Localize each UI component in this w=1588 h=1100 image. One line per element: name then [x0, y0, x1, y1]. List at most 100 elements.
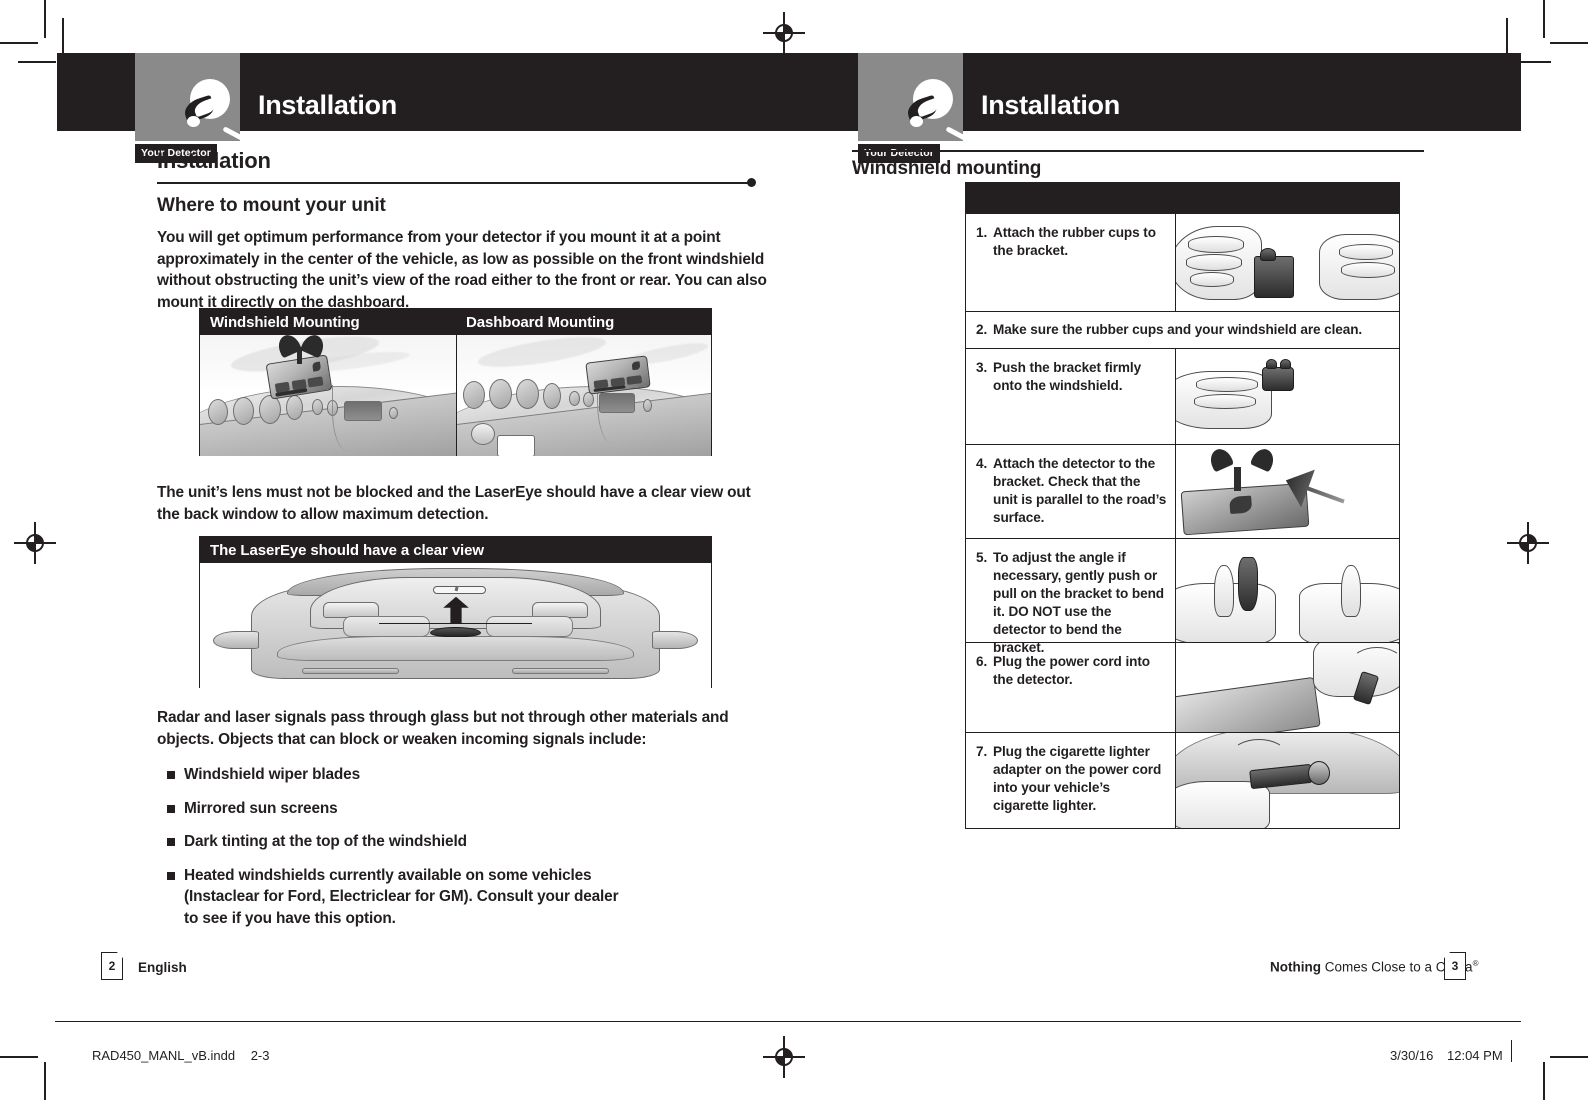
step-illustration-cell: [1175, 349, 1399, 444]
rubber-cup-part: [1260, 248, 1276, 261]
detector-unit: [1176, 676, 1321, 732]
step-text: Attach the detector to the bracket. Chec…: [993, 455, 1167, 528]
list-item: Mirrored sun screens: [157, 798, 777, 820]
left-section-title: Installation: [157, 148, 271, 173]
step-number: 4.: [976, 456, 988, 471]
taillight-right: [511, 668, 609, 675]
step-text: Plug the cigarette lighter adapter on th…: [993, 744, 1162, 813]
windshield-mounting-steps-table: 1. Attach the rubber cups to the bracket…: [965, 182, 1400, 829]
detector-unit-rear: [429, 626, 482, 638]
list-item: Dark tinting at the top of the windshiel…: [157, 831, 777, 853]
crop-mark-tl-v: [44, 0, 46, 38]
indd-spread: 2-3: [250, 1048, 270, 1063]
print-bar-divider: [1511, 1040, 1512, 1062]
lasereye-figure-caption-bar: The LaserEye should have a clear view: [200, 537, 711, 563]
laser-eye-text-block: The unit’s lens must not be blocked and …: [157, 482, 777, 525]
left-sub-title: Where to mount your unit: [157, 195, 386, 216]
rubber-cup-part: [1266, 359, 1277, 369]
intro-paragraph: You will get optimum performance from yo…: [157, 229, 767, 311]
rule-end-dot: [747, 178, 756, 187]
step-text-cell: 6. Plug the power cord into the detector…: [966, 643, 1175, 732]
lasereye-figure-body: [200, 563, 711, 688]
print-bar-timestamp: 3/30/16 12:04 PM: [1390, 1048, 1503, 1063]
bracket-suction-cups: [1210, 449, 1274, 477]
dashboard-mounting-illustration: [457, 335, 711, 456]
left-page-column: Installation Where to mount your unit Yo…: [157, 148, 777, 313]
finger: [1190, 272, 1234, 287]
detector-unit: [1180, 482, 1310, 536]
footer-language-label: English: [138, 960, 187, 975]
left-logo-panel: Your Detector: [135, 53, 248, 163]
footer-tagline-bold: Nothing: [1270, 959, 1321, 975]
step-text-cell: 1. Attach the rubber cups to the bracket…: [966, 214, 1175, 311]
crop-mark-tr2-v: [1506, 18, 1508, 54]
registration-mark-top: [763, 12, 805, 54]
signal-blockers-intro: Radar and laser signals pass through gla…: [157, 709, 729, 748]
table-row: 4. Attach the detector to the bracket. C…: [966, 444, 1399, 538]
bracket-suction-cups: [278, 335, 324, 357]
detector-ball-icon: [910, 116, 923, 127]
bracket-part: [1262, 367, 1294, 391]
signal-blockers-block: Radar and laser signals pass through gla…: [157, 707, 777, 941]
power-cord: [1232, 739, 1286, 769]
step-number: 5.: [976, 550, 988, 565]
list-item: Windshield wiper blades: [157, 764, 777, 786]
finger: [1196, 377, 1258, 392]
print-date: 3/30/16: [1390, 1048, 1434, 1063]
finger: [1341, 262, 1395, 278]
registration-mark-bottom: [763, 1036, 805, 1078]
detector-ball-icon: [187, 116, 200, 127]
crop-mark-bl-h: [0, 1056, 38, 1058]
step-number: 6.: [976, 654, 988, 669]
windshield-mounting-illustration: [200, 335, 456, 456]
finger: [1194, 394, 1256, 409]
crop-mark-bl-v: [44, 1062, 46, 1100]
step-text-cell: 5. To adjust the angle if necessary, gen…: [966, 539, 1175, 655]
right-page-number-icon: 3: [1444, 952, 1466, 980]
step-illustration-cell: [1175, 643, 1399, 732]
step-text: Push the bracket firmly onto the windshi…: [993, 360, 1142, 393]
right-logo-panel: Your Detector: [858, 53, 971, 163]
finger: [1186, 254, 1242, 271]
step-number: 2.: [976, 322, 988, 337]
step-illustration-cell: [1175, 445, 1399, 538]
right-running-head: Installation: [981, 90, 1120, 120]
finger: [1188, 236, 1244, 253]
table-row: 3. Push the bracket firmly onto the wind…: [966, 348, 1399, 444]
crop-mark-tr-h: [1550, 42, 1588, 44]
seat-back: [486, 615, 574, 637]
right-section-rule: [852, 150, 1424, 152]
registration-mark-right: [1507, 522, 1549, 564]
step-text: To adjust the angle if necessary, gently…: [993, 550, 1165, 655]
step-number: 3.: [976, 360, 988, 375]
rubber-cup-part: [1280, 359, 1291, 369]
caption-lasereye-clear-view: The LaserEye should have a clear view: [210, 541, 484, 559]
caption-windshield-mounting: Windshield Mounting: [210, 313, 360, 331]
step-illustration-cell: [1175, 733, 1399, 828]
steps-table-header: [966, 183, 1399, 213]
crop-mark-br-v: [1543, 1062, 1545, 1100]
rear-view-mirror: [432, 585, 487, 594]
power-cord: [1351, 647, 1399, 679]
crop-mark-br-h: [1550, 1056, 1588, 1058]
print-bar-rule: [55, 1021, 1521, 1022]
table-row: 7. Plug the cigarette lighter adapter on…: [966, 732, 1399, 828]
step-illustration-cell: [1175, 539, 1399, 642]
bracket-part: [1238, 557, 1258, 611]
registration-mark-left: [14, 522, 56, 564]
caption-dashboard-mounting: Dashboard Mounting: [466, 313, 615, 331]
mounting-figure-caption-bar: Windshield Mounting Dashboard Mounting: [200, 309, 711, 335]
indd-filename: RAD450_MANL_vB.indd: [92, 1048, 236, 1063]
crop-mark-tr-v: [1543, 0, 1545, 38]
step-text-cell: 2. Make sure the rubber cups and your wi…: [966, 312, 1399, 348]
table-row: 2. Make sure the rubber cups and your wi…: [966, 311, 1399, 348]
finger: [1339, 244, 1393, 260]
crop-mark-tr2-h: [1521, 61, 1551, 63]
lasereye-figure: The LaserEye should have a clear view: [199, 536, 712, 688]
right-page-column: Windshield mounting: [852, 150, 1432, 180]
step-text-cell: 4. Attach the detector to the bracket. C…: [966, 445, 1175, 538]
print-spread-page: Your Detector Installation Your Detector…: [0, 0, 1588, 1100]
crop-mark-tl2-v: [62, 18, 64, 54]
bracket-part: [1254, 256, 1294, 298]
step-number: 7.: [976, 744, 988, 759]
